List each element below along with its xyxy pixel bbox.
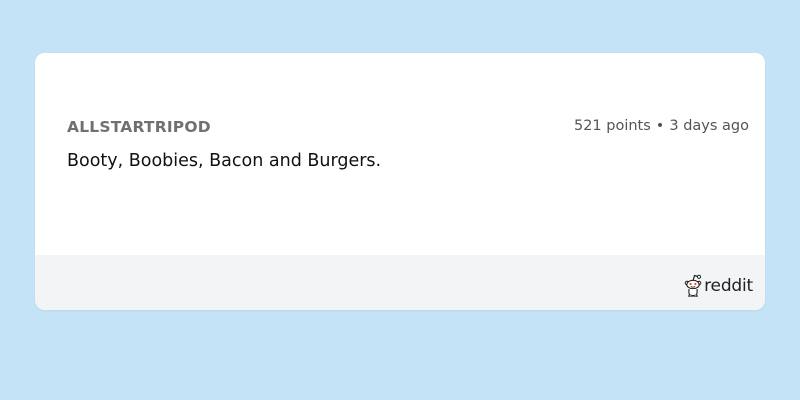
comment-points: 521 points: [573, 118, 651, 134]
comment-meta: 521 points • 3 days ago: [574, 116, 749, 136]
comment-age[interactable]: 3 days ago: [669, 118, 749, 134]
comment-body-section: ALLSTARTRIPOD 521 points • 3 days ago Boot…: [35, 53, 765, 255]
reddit-alien-icon: [684, 273, 702, 297]
comment-author[interactable]: ALLSTARTRIPOD: [67, 117, 211, 137]
meta-separator: •: [655, 118, 665, 134]
reddit-brand-link[interactable]: reddit: [684, 271, 753, 297]
comment-text: Booty, Boobies, Bacon and Burgers.: [67, 151, 382, 171]
reddit-wordmark: reddit: [704, 276, 753, 296]
comment-embed-card: ALLSTARTRIPOD 521 points • 3 days ago Boot…: [35, 53, 765, 310]
embed-footer: reddit: [35, 255, 765, 310]
